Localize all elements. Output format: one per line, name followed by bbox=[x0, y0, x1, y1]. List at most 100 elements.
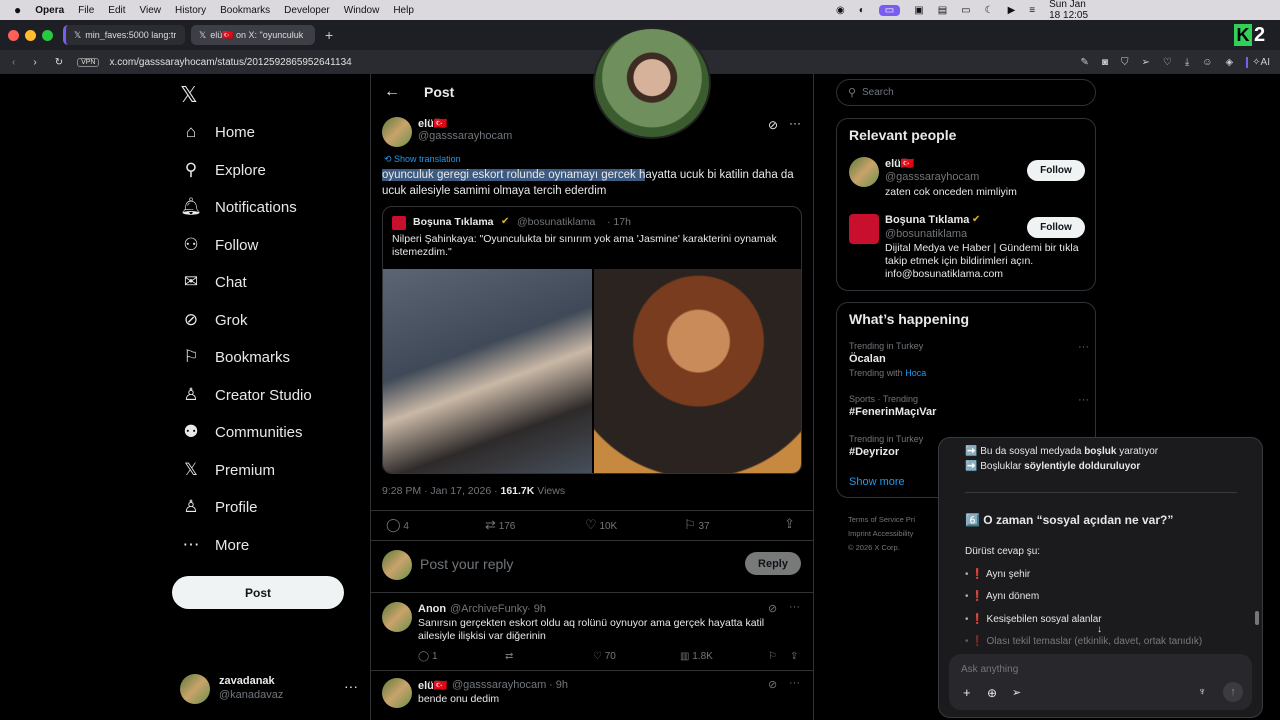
download-icon[interactable]: ⤓ bbox=[1185, 57, 1189, 68]
shield-icon[interactable]: ⛉ bbox=[1121, 57, 1129, 68]
url-field[interactable]: x.com/gasssarayhocam/status/201259286595… bbox=[109, 57, 351, 68]
quote-image-right[interactable] bbox=[594, 269, 801, 473]
reply-avatar[interactable] bbox=[382, 678, 412, 708]
back-arrow-icon[interactable]: ← bbox=[384, 83, 400, 101]
like-action[interactable]: ♡ 70 bbox=[593, 651, 616, 662]
send-icon[interactable]: ➢ bbox=[1141, 57, 1149, 68]
person-avatar[interactable] bbox=[849, 214, 879, 244]
menu-bookmarks[interactable]: Bookmarks bbox=[220, 5, 270, 16]
x-logo-icon[interactable]: 𝕏 bbox=[180, 82, 198, 108]
minimize-window-button[interactable] bbox=[25, 29, 36, 41]
ai-input-box[interactable]: Ask anything + ⊕ ➢ ♆ ↑ bbox=[949, 654, 1252, 710]
nav-explore[interactable]: ⚲ Explore bbox=[180, 159, 266, 181]
play-icon[interactable]: ▶ bbox=[1008, 5, 1016, 16]
profile-icon[interactable]: ☺ bbox=[1202, 57, 1212, 68]
send-plane-icon[interactable]: ➢ bbox=[1012, 686, 1021, 699]
add-icon[interactable]: + bbox=[963, 685, 971, 700]
person-name[interactable]: elü🇹🇷 bbox=[885, 157, 915, 170]
reply-handle[interactable]: @gasssarayhocam bbox=[452, 679, 546, 691]
nav-profile[interactable]: ♙ Profile bbox=[180, 496, 257, 518]
forward-icon[interactable]: › bbox=[33, 57, 36, 68]
reload-icon[interactable]: ↻ bbox=[55, 57, 63, 68]
scroll-down-icon[interactable]: ↓ bbox=[1097, 624, 1102, 635]
ai-input[interactable]: Ask anything bbox=[961, 664, 1018, 675]
control-center-icon[interactable]: ≡ bbox=[1029, 5, 1035, 16]
grok-icon[interactable]: ⊘ bbox=[768, 678, 777, 691]
heart-icon[interactable]: ♡ bbox=[1163, 57, 1172, 68]
battery-icon[interactable]: ▭ bbox=[961, 5, 970, 16]
scrollbar-thumb[interactable] bbox=[1255, 611, 1259, 625]
follow-button[interactable]: Follow bbox=[1027, 160, 1085, 181]
person-handle[interactable]: @bosunatiklama bbox=[885, 228, 967, 240]
reply-action[interactable]: ◯ 4 bbox=[386, 517, 409, 533]
edit-icon[interactable]: ✎ bbox=[1081, 57, 1089, 68]
person-avatar[interactable] bbox=[849, 157, 879, 187]
reply-button[interactable]: Reply bbox=[745, 552, 801, 575]
microphone-icon[interactable]: ♆ bbox=[1198, 686, 1206, 698]
camera-icon[interactable]: ◙ bbox=[1102, 57, 1108, 68]
vpn-badge[interactable]: VPN bbox=[77, 57, 100, 67]
focus-moon-icon[interactable]: ☾ bbox=[985, 5, 994, 16]
tab-search[interactable]: 𝕏 min_faves:5000 lang:tr bbox=[63, 25, 185, 45]
more-dots-icon[interactable]: ··· bbox=[1078, 341, 1089, 353]
nav-more[interactable]: ⋯ More bbox=[180, 534, 250, 556]
nav-home[interactable]: ⌂ Home bbox=[180, 121, 255, 143]
footer-line[interactable]: Terms of Service Pri bbox=[848, 513, 915, 527]
reply-author[interactable]: elü🇹🇷 bbox=[418, 679, 448, 692]
person-handle[interactable]: @gasssarayhocam bbox=[885, 171, 979, 183]
status-icon-4[interactable]: ▤ bbox=[938, 5, 947, 16]
reply-icon[interactable]: ◯ 1 bbox=[418, 651, 438, 662]
status-icon-1[interactable]: ◉ bbox=[836, 5, 845, 16]
status-icon-3[interactable]: ▣ bbox=[914, 5, 923, 16]
quote-card[interactable]: Boşuna Tıklama ✔ @bosunatiklama · 17h Ni… bbox=[382, 206, 802, 474]
share-icon[interactable]: ⇪ bbox=[784, 516, 795, 532]
tab-post[interactable]: 𝕏 elü🇹🇷 on X: "oyunculuk bbox=[191, 25, 315, 45]
new-tab-button[interactable]: + bbox=[325, 27, 333, 43]
bookmark-icon[interactable]: ⚐ bbox=[768, 651, 777, 662]
show-translation-link[interactable]: ⟲ Show translation bbox=[384, 154, 461, 165]
menu-app-name[interactable]: Opera bbox=[35, 5, 64, 16]
grok-icon[interactable]: ⊘ bbox=[768, 118, 778, 132]
quote-image-left[interactable] bbox=[383, 269, 592, 473]
author-avatar[interactable] bbox=[382, 117, 412, 147]
maximize-window-button[interactable] bbox=[42, 29, 53, 41]
trend-item[interactable]: Sports · Trending #FenerinMaçıVar ··· bbox=[849, 394, 1089, 422]
more-dots-icon[interactable]: ··· bbox=[1078, 394, 1089, 406]
clock[interactable]: Sun Jan 18 12:05 bbox=[1049, 0, 1096, 21]
close-window-button[interactable] bbox=[8, 29, 19, 41]
nav-chat[interactable]: ✉ Chat bbox=[180, 271, 247, 293]
search-input[interactable]: Search bbox=[862, 87, 894, 98]
share-icon[interactable]: ⇪ bbox=[790, 651, 798, 662]
screen-record-icon[interactable]: ▭ bbox=[878, 4, 901, 16]
reply-handle[interactable]: @ArchiveFunky bbox=[450, 603, 528, 615]
repost-icon[interactable]: ⇄ bbox=[505, 651, 513, 662]
globe-icon[interactable]: ⊕ bbox=[987, 686, 997, 700]
person-name[interactable]: Boşuna Tıklama bbox=[885, 214, 969, 226]
menu-file[interactable]: File bbox=[78, 5, 94, 16]
like-action[interactable]: ♡ 10K bbox=[585, 517, 617, 533]
back-icon[interactable]: ‹ bbox=[12, 57, 15, 68]
nav-creator-studio[interactable]: ♙ Creator Studio bbox=[180, 384, 311, 406]
more-dots-icon[interactable]: ··· bbox=[344, 678, 358, 694]
menu-help[interactable]: Help bbox=[393, 5, 414, 16]
menu-view[interactable]: View bbox=[140, 5, 162, 16]
nav-premium[interactable]: 𝕏 Premium bbox=[180, 459, 275, 481]
follow-button[interactable]: Follow bbox=[1027, 217, 1085, 238]
reply-avatar[interactable] bbox=[382, 602, 412, 632]
apple-icon[interactable]: ● bbox=[14, 3, 21, 17]
author-name[interactable]: elü🇹🇷 bbox=[418, 117, 448, 130]
menu-window[interactable]: Window bbox=[344, 5, 380, 16]
reply-author[interactable]: Anon bbox=[418, 603, 446, 615]
footer-line[interactable]: Imprint Accessibility bbox=[848, 527, 915, 541]
reply-input[interactable]: Post your reply bbox=[420, 556, 513, 572]
nav-communities[interactable]: ⚉ Communities bbox=[180, 421, 302, 443]
menu-history[interactable]: History bbox=[175, 5, 206, 16]
bookmark-action[interactable]: ⚐ 37 bbox=[684, 517, 710, 533]
author-handle[interactable]: @gasssarayhocam bbox=[418, 130, 512, 142]
status-icon-2[interactable]: ◐ bbox=[859, 5, 865, 16]
more-dots-icon[interactable]: ··· bbox=[789, 677, 800, 689]
ai-button[interactable]: ✧AI bbox=[1246, 56, 1270, 68]
repost-action[interactable]: ⇄ 176 bbox=[485, 517, 515, 533]
views-action[interactable]: ▥ 1.8K bbox=[680, 651, 713, 662]
trend-with-link[interactable]: Hoca bbox=[905, 368, 926, 378]
